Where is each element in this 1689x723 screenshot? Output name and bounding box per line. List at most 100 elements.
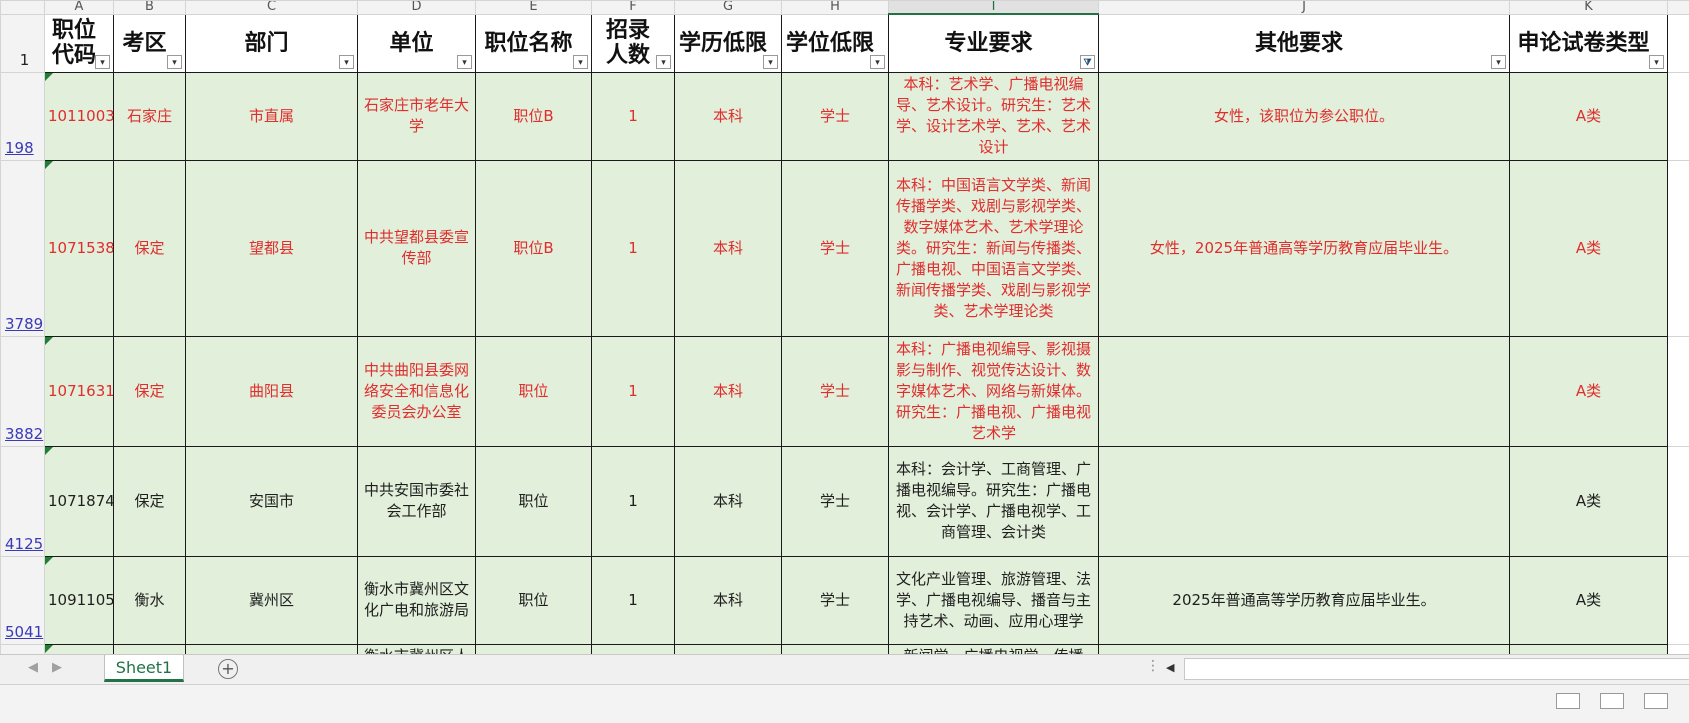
filter-dropdown-icon[interactable]: ▾ — [870, 55, 885, 69]
header-cell[interactable]: 部门▾ — [186, 14, 358, 72]
cell-unit[interactable]: 衡水市冀州区文化广电和旅游局 — [358, 556, 476, 644]
spreadsheet-grid[interactable]: ABCDEFGHIJK1职位代码▾考区▾部门▾单位▾职位名称▾招录人数▾学历低限… — [0, 0, 1689, 684]
filter-dropdown-icon[interactable]: ▾ — [95, 55, 110, 69]
column-header-b[interactable]: B — [114, 1, 186, 15]
header-cell[interactable]: 职位代码▾ — [45, 14, 114, 72]
cell-edu[interactable]: 本科 — [675, 160, 782, 336]
cell-count[interactable]: 1 — [592, 556, 675, 644]
cell-code[interactable]: 1071538 — [45, 160, 114, 336]
cell-degree[interactable]: 学士 — [782, 160, 889, 336]
scroll-left-arrow-icon[interactable]: ◀ — [1166, 661, 1174, 674]
empty-cell[interactable] — [1668, 72, 1689, 160]
cell-paper[interactable]: A类 — [1510, 446, 1668, 556]
cell-other[interactable] — [1099, 446, 1510, 556]
normal-view-icon[interactable] — [1556, 693, 1580, 709]
cell-count[interactable]: 1 — [592, 160, 675, 336]
cell-position[interactable]: 职位 — [476, 336, 592, 446]
cell-other[interactable]: 女性，2025年普通高等学历教育应届毕业生。 — [1099, 160, 1510, 336]
cell-degree[interactable]: 学士 — [782, 72, 889, 160]
column-header-l[interactable] — [1668, 1, 1689, 15]
page-layout-view-icon[interactable] — [1600, 693, 1624, 709]
cell-major[interactable]: 本科：艺术学、广播电视编导、艺术设计。研究生：艺术学、设计艺术学、艺术、艺术设计 — [889, 72, 1099, 160]
column-header-e[interactable]: E — [476, 1, 592, 15]
cell-position[interactable]: 职位 — [476, 446, 592, 556]
header-cell[interactable]: 招录人数▾ — [592, 14, 675, 72]
filter-dropdown-icon[interactable]: ▾ — [573, 55, 588, 69]
filter-dropdown-icon[interactable]: ▾ — [1649, 55, 1664, 69]
cell-exam_area[interactable]: 保定 — [114, 336, 186, 446]
cell-unit[interactable]: 中共望都县委宣传部 — [358, 160, 476, 336]
cell-exam_area[interactable]: 衡水 — [114, 556, 186, 644]
filter-dropdown-icon[interactable]: ▾ — [167, 55, 182, 69]
cell-paper[interactable]: A类 — [1510, 556, 1668, 644]
empty-cell[interactable] — [1668, 14, 1689, 72]
header-cell[interactable]: 职位名称▾ — [476, 14, 592, 72]
worksheet-table[interactable]: ABCDEFGHIJK1职位代码▾考区▾部门▾单位▾职位名称▾招录人数▾学历低限… — [0, 0, 1689, 684]
cell-other[interactable]: 2025年普通高等学历教育应届毕业生。 — [1099, 556, 1510, 644]
row-header[interactable]: 1 — [1, 14, 45, 72]
row-header[interactable]: 5041 — [1, 556, 45, 644]
scrollbar-thumb[interactable] — [1184, 658, 1689, 680]
cell-position[interactable]: 职位 — [476, 556, 592, 644]
empty-cell[interactable] — [1668, 446, 1689, 556]
header-cell[interactable]: 单位▾ — [358, 14, 476, 72]
column-header-j[interactable]: J — [1099, 1, 1510, 15]
filter-dropdown-icon[interactable]: ▾ — [763, 55, 778, 69]
cell-dept[interactable]: 冀州区 — [186, 556, 358, 644]
cell-major[interactable]: 本科：会计学、工商管理、广播电视编导。研究生：广播电视、会计学、广播电视学、工商… — [889, 446, 1099, 556]
page-break-view-icon[interactable] — [1644, 693, 1668, 709]
cell-code[interactable]: 1071874 — [45, 446, 114, 556]
cell-major[interactable]: 本科：广播电视编导、影视摄影与制作、视觉传达设计、数字媒体艺术、网络与新媒体。研… — [889, 336, 1099, 446]
cell-dept[interactable]: 望都县 — [186, 160, 358, 336]
cell-code[interactable]: 1011003 — [45, 72, 114, 160]
horizontal-scrollbar[interactable]: ◀ — [1166, 658, 1689, 680]
cell-code[interactable]: 1091105 — [45, 556, 114, 644]
column-header-k[interactable]: K — [1510, 1, 1668, 15]
row-header[interactable]: 3882 — [1, 336, 45, 446]
filter-active-icon[interactable]: ⧩ — [1080, 55, 1095, 69]
select-all-corner[interactable] — [1, 1, 45, 15]
cell-position[interactable]: 职位B — [476, 72, 592, 160]
column-header-h[interactable]: H — [782, 1, 889, 15]
cell-exam_area[interactable]: 石家庄 — [114, 72, 186, 160]
row-header[interactable]: 4125 — [1, 446, 45, 556]
empty-cell[interactable] — [1668, 336, 1689, 446]
cell-dept[interactable]: 市直属 — [186, 72, 358, 160]
cell-edu[interactable]: 本科 — [675, 446, 782, 556]
cell-unit[interactable]: 石家庄市老年大学 — [358, 72, 476, 160]
column-header-d[interactable]: D — [358, 1, 476, 15]
cell-major[interactable]: 文化产业管理、旅游管理、法学、广播电视编导、播音与主持艺术、动画、应用心理学 — [889, 556, 1099, 644]
cell-other[interactable]: 女性，该职位为参公职位。 — [1099, 72, 1510, 160]
filter-dropdown-icon[interactable]: ▾ — [656, 55, 671, 69]
header-cell[interactable]: 专业要求⧩ — [889, 14, 1099, 72]
row-header[interactable]: 3789 — [1, 160, 45, 336]
cell-count[interactable]: 1 — [592, 336, 675, 446]
cell-paper[interactable]: A类 — [1510, 160, 1668, 336]
add-sheet-icon[interactable]: + — [218, 659, 238, 679]
cell-exam_area[interactable]: 保定 — [114, 160, 186, 336]
column-header-a[interactable]: A — [45, 1, 114, 15]
header-cell[interactable]: 考区▾ — [114, 14, 186, 72]
cell-edu[interactable]: 本科 — [675, 336, 782, 446]
cell-degree[interactable]: 学士 — [782, 446, 889, 556]
cell-count[interactable]: 1 — [592, 446, 675, 556]
cell-degree[interactable]: 学士 — [782, 556, 889, 644]
cell-paper[interactable]: A类 — [1510, 336, 1668, 446]
header-cell[interactable]: 申论试卷类型▾ — [1510, 14, 1668, 72]
filter-dropdown-icon[interactable]: ▾ — [339, 55, 354, 69]
splitter-handle-icon[interactable]: ⋮ — [1146, 658, 1160, 674]
cell-dept[interactable]: 曲阳县 — [186, 336, 358, 446]
empty-cell[interactable] — [1668, 160, 1689, 336]
cell-major[interactable]: 本科：中国语言文学类、新闻传播学类、戏剧与影视学类、数字媒体艺术、艺术学理论类。… — [889, 160, 1099, 336]
header-cell[interactable]: 其他要求▾ — [1099, 14, 1510, 72]
cell-unit[interactable]: 中共曲阳县委网络安全和信息化委员会办公室 — [358, 336, 476, 446]
filter-dropdown-icon[interactable]: ▾ — [457, 55, 472, 69]
column-header-i[interactable]: I — [889, 1, 1099, 15]
cell-paper[interactable]: A类 — [1510, 72, 1668, 160]
prev-sheet-arrow-icon[interactable]: ◀ — [28, 660, 38, 675]
header-cell[interactable]: 学历低限▾ — [675, 14, 782, 72]
sheet-tab[interactable]: Sheet1 — [104, 655, 184, 682]
column-header-f[interactable]: F — [592, 1, 675, 15]
header-cell[interactable]: 学位低限▾ — [782, 14, 889, 72]
column-header-c[interactable]: C — [186, 1, 358, 15]
